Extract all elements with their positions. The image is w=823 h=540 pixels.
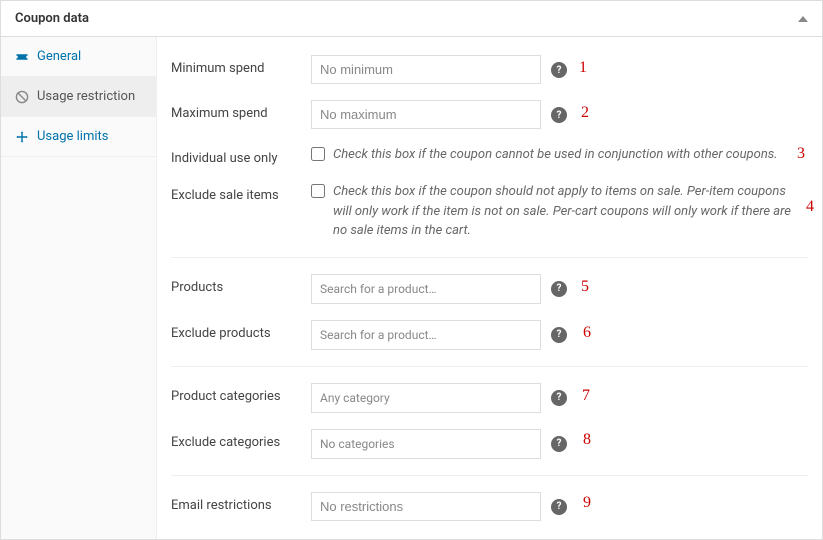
- annotation-6: 6: [583, 324, 591, 342]
- tab-label: General: [37, 49, 81, 64]
- label-product-categories: Product categories: [171, 383, 311, 404]
- product-categories-select[interactable]: Any category: [311, 383, 541, 413]
- label-individual-use: Individual use only: [171, 145, 311, 166]
- tab-usage-limits[interactable]: Usage limits: [1, 117, 156, 157]
- annotation-7: 7: [582, 387, 590, 405]
- tabs: General Usage restriction Usage limits: [1, 37, 157, 539]
- help-icon[interactable]: ?: [551, 499, 567, 515]
- individual-use-checkbox[interactable]: [311, 147, 325, 161]
- annotation-5: 5: [581, 278, 589, 296]
- row-exclude-sale: Exclude sale items Check this box if the…: [157, 174, 822, 249]
- divider: [171, 257, 808, 258]
- row-maximum-spend: Maximum spend ? 2: [157, 92, 822, 137]
- label-exclude-categories: Exclude categories: [171, 429, 311, 450]
- products-select[interactable]: Search for a product…: [311, 274, 541, 304]
- annotation-1: 1: [579, 59, 587, 77]
- label-products: Products: [171, 274, 311, 295]
- annotation-9: 9: [583, 494, 591, 512]
- minimum-spend-input[interactable]: [311, 55, 541, 84]
- annotation-3: 3: [797, 145, 805, 163]
- row-product-categories: Product categories Any category ? 7: [157, 375, 822, 421]
- coupon-data-panel: Coupon data General Usage restriction: [0, 0, 823, 540]
- row-individual-use: Individual use only Check this box if th…: [157, 137, 822, 174]
- email-restrictions-input[interactable]: [311, 492, 541, 521]
- tab-general[interactable]: General: [1, 37, 156, 77]
- label-exclude-products: Exclude products: [171, 320, 311, 341]
- ticket-icon: [15, 50, 29, 64]
- panel-header[interactable]: Coupon data: [1, 1, 822, 37]
- help-icon[interactable]: ?: [551, 327, 567, 343]
- label-minimum-spend: Minimum spend: [171, 55, 311, 76]
- move-icon: [15, 130, 29, 144]
- tab-label: Usage limits: [37, 129, 108, 144]
- label-exclude-sale: Exclude sale items: [171, 182, 311, 203]
- annotation-4: 4: [806, 198, 814, 216]
- label-email-restrictions: Email restrictions: [171, 492, 311, 513]
- help-icon[interactable]: ?: [551, 107, 567, 123]
- exclude-categories-select[interactable]: No categories: [311, 429, 541, 459]
- divider: [171, 475, 808, 476]
- collapse-icon[interactable]: [798, 16, 808, 22]
- exclude-sale-checkbox[interactable]: [311, 184, 325, 198]
- help-icon[interactable]: ?: [551, 281, 567, 297]
- row-exclude-categories: Exclude categories No categories ? 8: [157, 421, 822, 467]
- help-icon[interactable]: ?: [551, 436, 567, 452]
- annotation-2: 2: [581, 104, 589, 122]
- ban-icon: [15, 90, 29, 104]
- help-icon[interactable]: ?: [551, 390, 567, 406]
- maximum-spend-input[interactable]: [311, 100, 541, 129]
- individual-use-desc: Check this box if the coupon cannot be u…: [333, 145, 778, 165]
- content: Minimum spend ? 1 Maximum spend ? 2 Indi…: [157, 37, 822, 539]
- panel-body: General Usage restriction Usage limits: [1, 37, 822, 539]
- divider: [171, 366, 808, 367]
- row-email-restrictions: Email restrictions ? 9: [157, 484, 822, 529]
- panel-title: Coupon data: [15, 11, 89, 26]
- tab-label: Usage restriction: [37, 89, 135, 104]
- exclude-sale-desc: Check this box if the coupon should not …: [333, 182, 791, 241]
- row-minimum-spend: Minimum spend ? 1: [157, 47, 822, 92]
- row-exclude-products: Exclude products Search for a product… ?…: [157, 312, 822, 358]
- tab-usage-restriction[interactable]: Usage restriction: [1, 77, 156, 117]
- annotation-8: 8: [583, 431, 591, 449]
- label-maximum-spend: Maximum spend: [171, 100, 311, 121]
- exclude-products-select[interactable]: Search for a product…: [311, 320, 541, 350]
- row-products: Products Search for a product… ? 5: [157, 266, 822, 312]
- help-icon[interactable]: ?: [551, 62, 567, 78]
